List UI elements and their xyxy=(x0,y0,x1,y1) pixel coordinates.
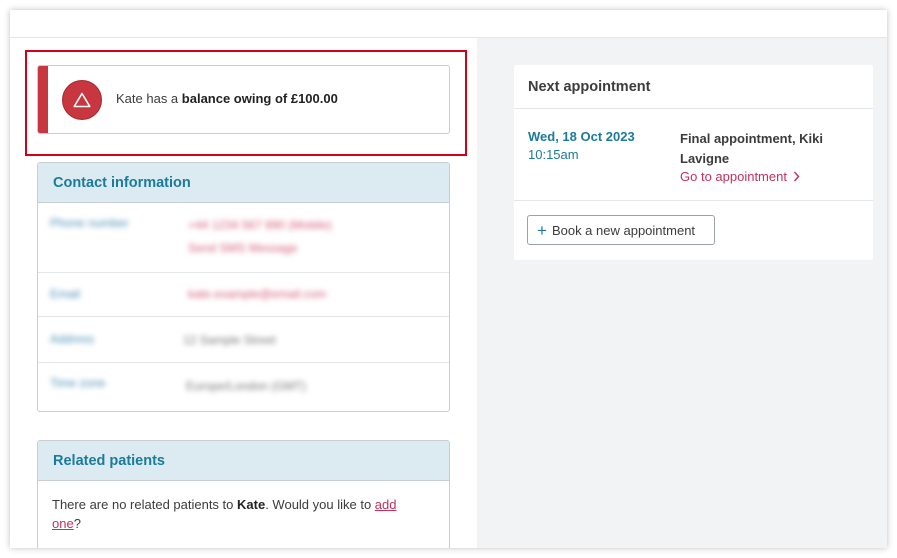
appointment-name-line1: Final appointment, Kiki xyxy=(680,131,824,146)
contact-information-card: Contact information Phone number +44 123… xyxy=(37,162,450,412)
related-patients-message: There are no related patients to Kate. W… xyxy=(38,481,449,547)
left-column: Kate has a balance owing of £100.00 Cont… xyxy=(10,38,477,548)
right-column: Next appointment Wed, 18 Oct 2023 10:15a… xyxy=(477,38,887,548)
contact-label: Time zone xyxy=(50,376,106,390)
add-related-link[interactable]: add xyxy=(375,497,397,512)
contact-card-title: Contact information xyxy=(38,163,449,203)
email-link[interactable]: kate.example@email.com xyxy=(188,287,326,301)
add-related-link[interactable]: one xyxy=(52,516,74,531)
appointment-name-line2: Lavigne xyxy=(680,151,730,166)
related-card-title: Related patients xyxy=(38,441,449,481)
contact-row-address: Address 12 Sample Street xyxy=(38,317,449,363)
contact-label: Address xyxy=(50,332,95,346)
next-appointment-card: Next appointment Wed, 18 Oct 2023 10:15a… xyxy=(514,65,873,260)
contact-label: Phone number xyxy=(50,216,129,230)
chevron-right-icon xyxy=(793,171,800,182)
appointment-time: 10:15am xyxy=(528,147,579,162)
related-text: ? xyxy=(73,516,81,531)
warning-icon xyxy=(62,80,102,120)
book-appointment-button[interactable]: + Book a new appointment xyxy=(527,215,715,245)
related-text: . Would you like to xyxy=(265,497,375,512)
contact-value: 12 Sample Street xyxy=(183,333,276,347)
appointment-row: Wed, 18 Oct 2023 10:15am Final appointme… xyxy=(514,109,873,201)
alert-message: Kate has a balance owing of £100.00 xyxy=(116,91,338,106)
contact-value: Europe/London (GMT) xyxy=(186,379,307,393)
go-to-appointment-label: Go to appointment xyxy=(680,169,787,184)
related-text: There are no related patients to xyxy=(52,497,238,512)
send-sms-link[interactable]: Send SMS Message xyxy=(188,241,297,255)
contact-row-email: Email kate.example@email.com xyxy=(38,273,449,317)
appointment-name: Final appointment, Kiki Lavigne xyxy=(680,129,850,169)
patient-name: Kate xyxy=(237,497,266,512)
top-bar xyxy=(10,10,887,38)
related-patients-card: Related patients There are no related pa… xyxy=(37,440,450,548)
balance-alert: Kate has a balance owing of £100.00 xyxy=(37,65,450,134)
alert-stripe xyxy=(38,66,48,133)
contact-row-phone: Phone number +44 1234 567 890 (Mobile) S… xyxy=(38,203,449,273)
contact-label: Email xyxy=(50,287,81,301)
appointment-date: Wed, 18 Oct 2023 xyxy=(528,129,635,144)
go-to-appointment-link[interactable]: Go to appointment xyxy=(680,169,800,184)
alert-emphasis: balance owing of £100.00 xyxy=(181,91,338,106)
plus-icon: + xyxy=(537,220,547,240)
contact-value[interactable]: +44 1234 567 890 (Mobile) xyxy=(188,218,332,232)
contact-row-timezone: Time zone Europe/London (GMT) xyxy=(38,363,449,411)
next-appointment-title: Next appointment xyxy=(514,65,873,109)
alert-prefix: Kate has a xyxy=(116,91,182,106)
book-appointment-label: Book a new appointment xyxy=(551,222,696,238)
app-window: Kate has a balance owing of £100.00 Cont… xyxy=(10,10,887,548)
